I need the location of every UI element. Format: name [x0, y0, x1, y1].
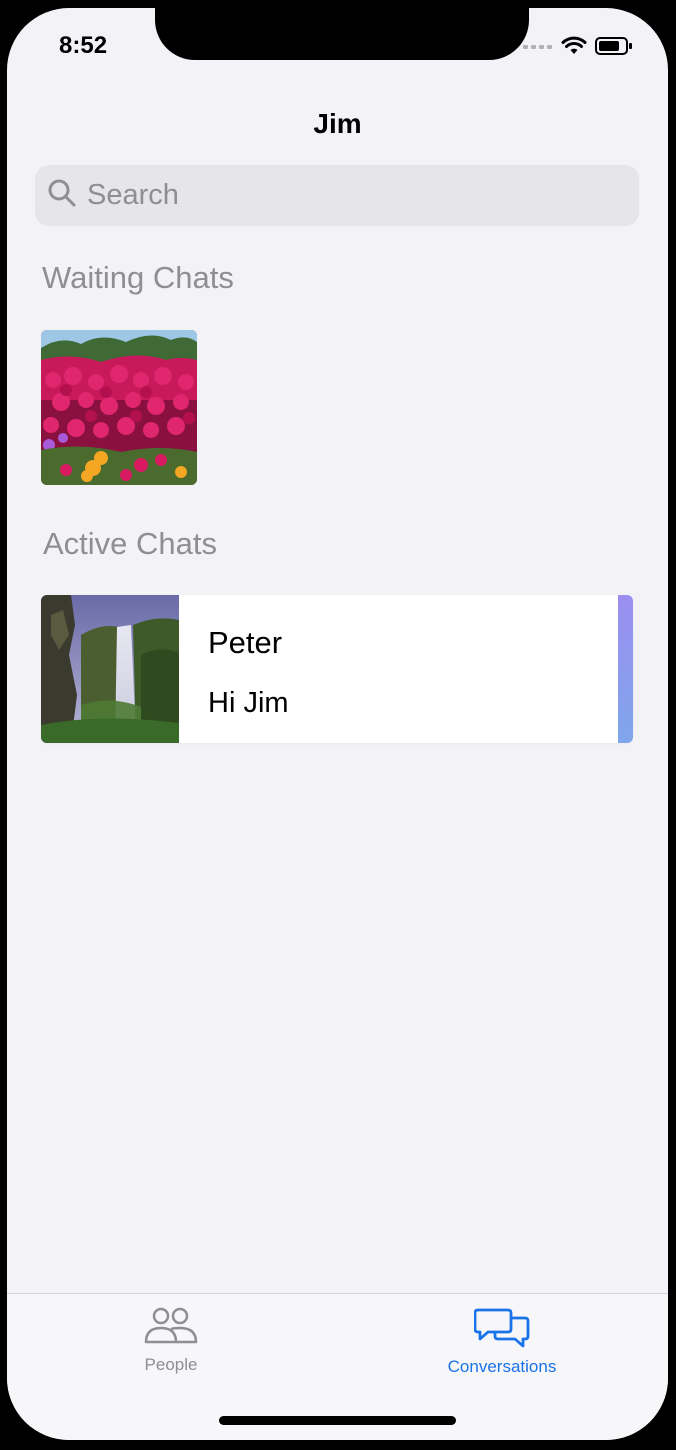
people-icon — [143, 1306, 199, 1351]
cellular-signal-icon — [523, 39, 553, 57]
notch — [155, 8, 529, 60]
home-indicator[interactable] — [219, 1416, 456, 1425]
waiting-chat-avatar[interactable] — [41, 330, 197, 485]
wifi-icon — [561, 36, 587, 61]
tab-conversations-label: Conversations — [447, 1357, 557, 1376]
phone-screen: 8:52 Jim Search Waiting Chats Active Cha… — [7, 8, 668, 1440]
tab-people-label: People — [144, 1355, 198, 1374]
page-title: Jim — [313, 108, 362, 139]
flower-field-photo — [41, 330, 197, 485]
chat-accent-bar — [618, 595, 633, 743]
tab-people[interactable]: People — [121, 1306, 221, 1375]
chat-bubbles-icon — [473, 1306, 530, 1353]
chat-last-message: Hi Jim — [208, 687, 289, 719]
active-chats-header: Active Chats — [43, 526, 218, 561]
chat-contact-name: Peter — [208, 625, 283, 660]
search-bar[interactable] — [35, 165, 639, 226]
tab-conversations[interactable]: Conversations — [426, 1306, 578, 1377]
status-time: 8:52 — [59, 32, 108, 59]
status-icons — [523, 36, 633, 60]
search-input[interactable] — [87, 173, 607, 218]
chat-avatar — [41, 595, 179, 743]
active-chat-row[interactable]: Peter Hi Jim — [41, 595, 633, 743]
waiting-chats-header: Waiting Chats — [42, 260, 234, 295]
search-icon — [35, 178, 77, 213]
battery-icon — [595, 36, 633, 61]
waterfall-photo — [41, 595, 179, 743]
